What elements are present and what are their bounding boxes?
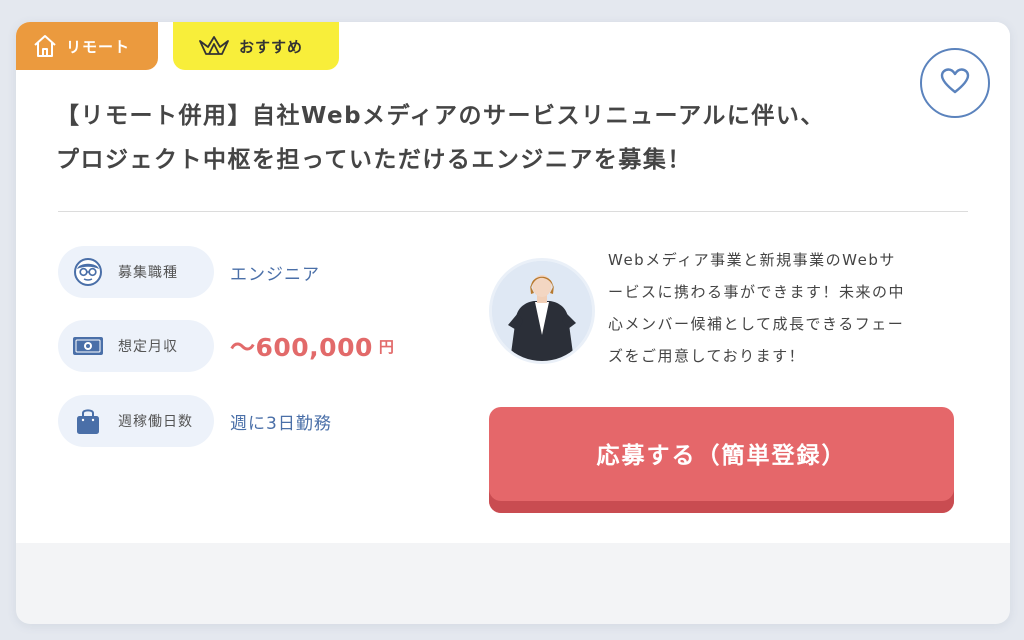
recommend-tag: おすすめ — [173, 22, 339, 70]
workdays-pill: 週稼働日数 — [58, 395, 214, 447]
divider — [58, 211, 968, 212]
job-title[interactable]: 【リモート併用】自社Webメディアのサービスリニューアルに伴い、 プロジェクト中… — [56, 94, 916, 182]
description-line: ービスに携わる事ができます！未来の中 — [608, 283, 906, 301]
salary-value: 〜600,000 — [230, 333, 373, 362]
job-card-body: リモート おすすめ 【リモート併用】自社Webメディアのサービスリニューアルに伴… — [16, 22, 1010, 543]
workdays-row: 週稼働日数 週に3日勤務 — [58, 395, 332, 447]
crown-icon — [197, 34, 231, 58]
description-line: 心メンバー候補として成長できるフェー — [608, 315, 905, 333]
job-type-pill: 募集職種 — [58, 246, 214, 298]
home-icon — [32, 33, 58, 59]
remote-tag: リモート — [16, 22, 158, 70]
job-type-label: 募集職種 — [118, 265, 178, 281]
recommend-tag-label: おすすめ — [239, 37, 304, 56]
description-line: Webメディア事業と新規事業のWebサ — [608, 251, 896, 269]
workdays-value: 週に3日勤務 — [230, 413, 332, 434]
workdays-label: 週稼働日数 — [118, 414, 193, 430]
salary-pill: 想定月収 — [58, 320, 214, 372]
job-type-value: エンジニア — [230, 264, 320, 285]
job-description: Webメディア事業と新規事業のWebサ ービスに携わる事ができます！未来の中 心… — [608, 244, 958, 372]
job-title-line: 【リモート併用】自社Webメディアのサービスリニューアルに伴い、 — [56, 103, 825, 129]
person-glasses-icon — [72, 257, 104, 287]
job-card: リモート おすすめ 【リモート併用】自社Webメディアのサービスリニューアルに伴… — [16, 22, 1010, 624]
job-type-row: 募集職種 エンジニア — [58, 246, 320, 298]
staff-photo — [489, 258, 595, 364]
job-title-line: プロジェクト中枢を担っていただけるエンジニアを募集！ — [56, 147, 692, 173]
salary-label: 想定月収 — [118, 339, 178, 355]
remote-tag-label: リモート — [66, 37, 131, 56]
apply-button[interactable]: 応募する（簡単登録） — [489, 407, 954, 513]
bag-icon — [72, 407, 104, 435]
heart-icon — [940, 67, 970, 99]
description-line: ズをご用意しております！ — [608, 347, 806, 365]
money-icon — [72, 334, 104, 358]
favorite-button[interactable] — [920, 48, 990, 118]
salary-unit: 円 — [378, 337, 394, 356]
salary-row: 想定月収 〜600,000 円 — [58, 320, 394, 372]
